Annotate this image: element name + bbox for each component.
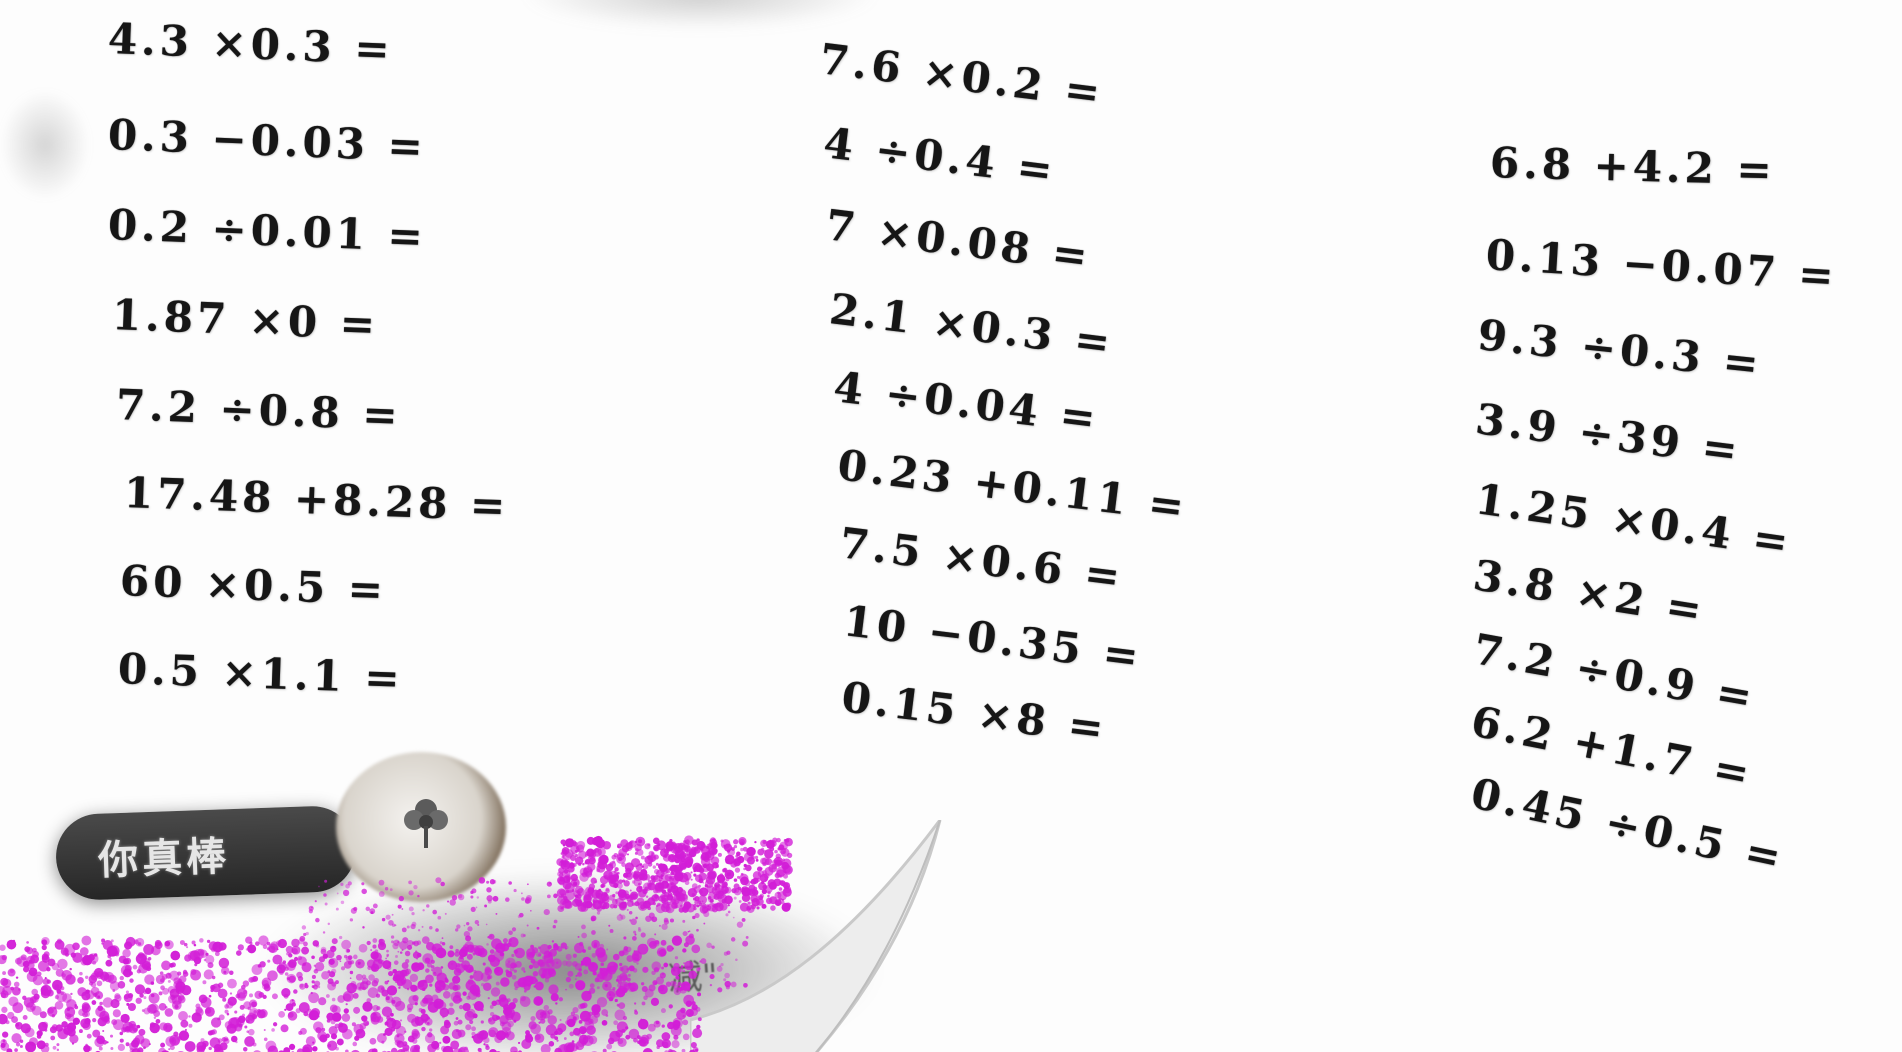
equation: 0.23 +0.11 = [835,440,1191,532]
equation: 4 ÷0.04 = [831,362,1103,444]
equation: 2.1 ×0.3 = [827,284,1117,368]
equation: 3.9 ÷39 = [1473,394,1745,476]
equation: 7 ×0.08 = [823,200,1095,282]
equation: 7.6 ×0.2 = [817,34,1107,118]
equation: 10 −0.35 = [841,596,1146,682]
equation: 0.3 −0.03 = [107,110,428,172]
equation: 17.48 +8.28 = [123,468,511,531]
smudge-top [520,0,880,30]
equation: 1.25 ×0.4 = [1472,474,1796,568]
equation: 9.3 ÷0.3 = [1475,310,1765,389]
equation: 3.8 ×2 = [1470,550,1709,636]
equation: 1.87 ×0 = [111,290,380,350]
equation: 7.5 ×0.6 = [837,518,1127,602]
equation: 60 ×0.5 = [119,556,388,615]
equation: 6.8 +4.2 = [1489,138,1777,195]
equation: 4.3 ×0.3 = [107,14,395,74]
equation: 0.15 ×8 = [839,672,1111,754]
equation: 0.2 ÷0.01 = [107,200,428,262]
equation: 0.5 ×1.1 = [117,644,405,703]
magenta-noise [0,835,793,1052]
equation: 0.13 −0.07 = [1484,230,1840,301]
worksheet-page: 4.3 ×0.3 = 0.3 −0.03 = 0.2 ÷0.01 = 1.87 … [0,0,1902,1052]
equation: 7.2 ÷0.8 = [115,380,403,440]
equation: 4 ÷0.4 = [821,118,1060,196]
smudge-left [0,90,90,200]
